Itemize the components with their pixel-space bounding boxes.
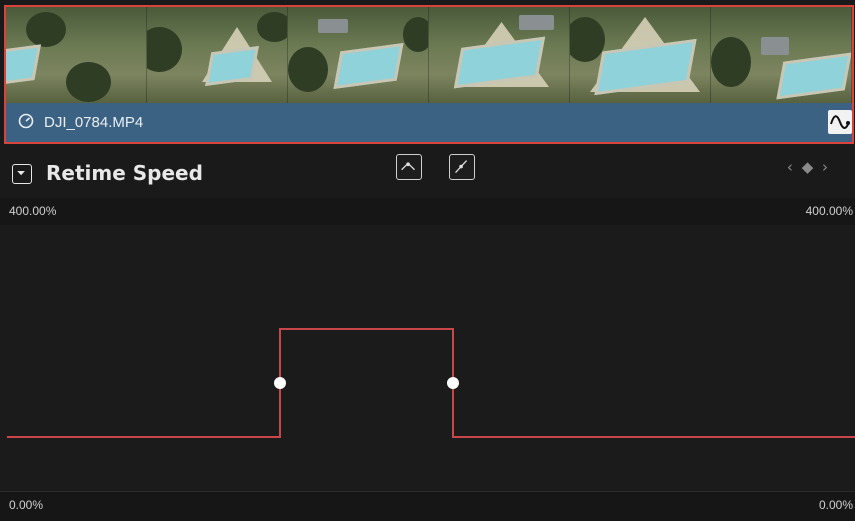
clip-thumbnail[interactable]: DJI_0784.MP4 (4, 5, 854, 144)
top-axis-bar: 400.00% 400.00% (0, 198, 855, 226)
frame (288, 7, 429, 103)
curve-icon (830, 115, 850, 129)
speed-gauge-icon (18, 113, 34, 129)
max-speed-label-right: 400.00% (805, 204, 853, 218)
dropdown-toggle[interactable] (12, 164, 32, 184)
chevron-down-icon (17, 170, 25, 176)
frame (6, 7, 147, 103)
panel-title: Retime Speed (46, 161, 203, 185)
filmstrip (6, 7, 852, 103)
retime-curve-button[interactable] (828, 110, 852, 134)
linear-curve-button[interactable] (449, 154, 475, 180)
peak-curve-icon (401, 162, 415, 171)
speed-curve[interactable] (7, 328, 855, 438)
linear-curve-icon (455, 160, 468, 173)
frame (711, 7, 852, 103)
min-speed-label-left: 0.00% (9, 498, 44, 512)
retime-speed-header: Retime Speed ‹ ◆ › (0, 146, 855, 198)
clip-name: DJI_0784.MP4 (44, 114, 144, 131)
keyframe-navigator[interactable]: ‹ ◆ › (787, 158, 830, 176)
keyframe-handle[interactable] (447, 377, 459, 389)
frame (429, 7, 570, 103)
frame (570, 7, 711, 103)
keyframe-handle[interactable] (274, 377, 286, 389)
speed-curve-svg (7, 328, 855, 438)
bottom-axis-bar: 0.00% 0.00% (0, 491, 855, 521)
clip-bar: DJI_0784.MP4 (6, 103, 852, 142)
speed-graph[interactable] (0, 225, 855, 491)
ease-curve-button[interactable] (396, 154, 422, 180)
frame (147, 7, 288, 103)
min-speed-label-right: 0.00% (818, 498, 853, 512)
max-speed-label-left: 400.00% (9, 204, 57, 218)
